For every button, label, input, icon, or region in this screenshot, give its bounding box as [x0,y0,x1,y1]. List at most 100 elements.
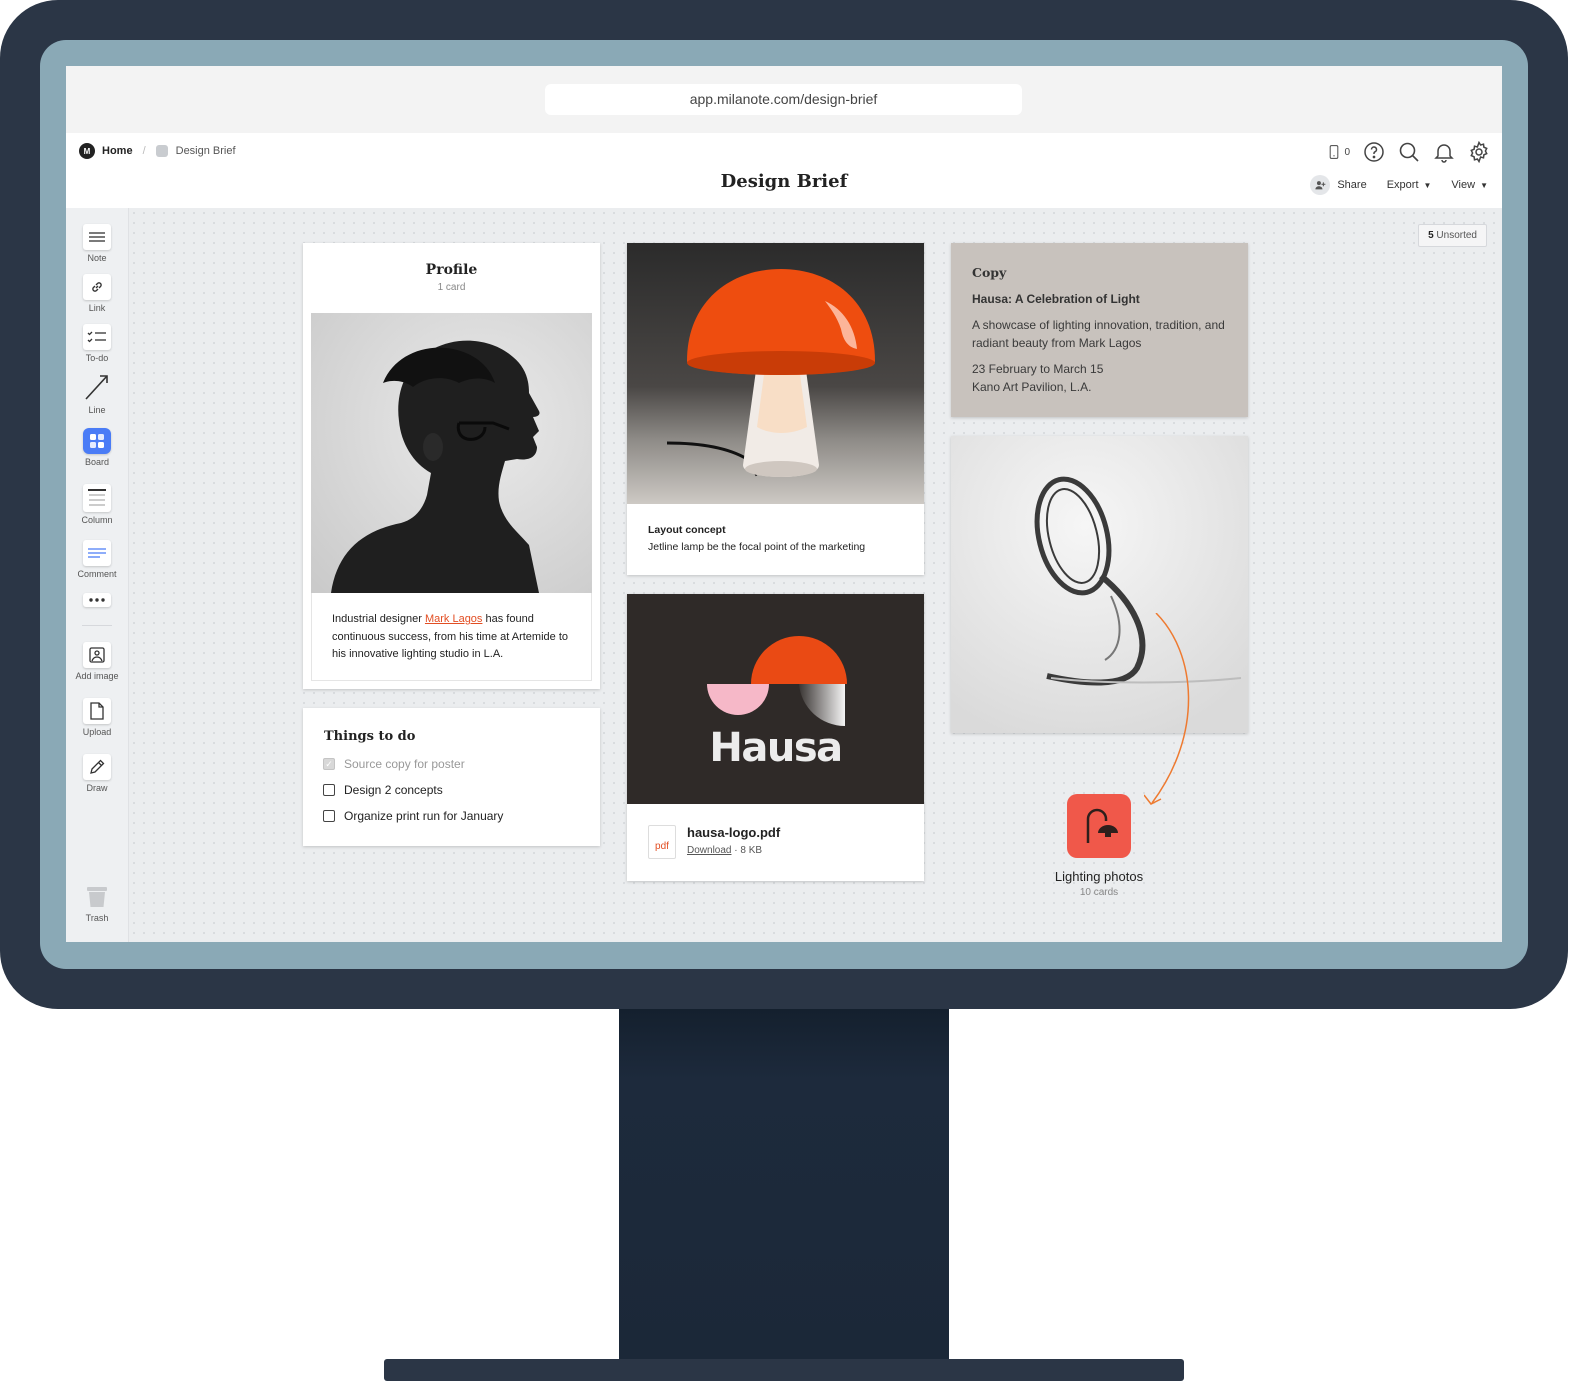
breadcrumb: M Home / Design Brief [79,143,236,159]
share-button[interactable]: Share [1310,175,1367,195]
tool-note[interactable]: Note [66,224,128,263]
tool-label: Column [81,515,113,525]
tool-todo[interactable]: To-do [66,324,128,363]
tool-column[interactable]: Column [66,484,128,525]
todo-item-label: Design 2 concepts [344,783,443,797]
toolbar-divider [82,625,112,626]
layout-concept-title: Layout concept [648,524,726,536]
mobile-device-button[interactable]: 0 [1327,142,1350,162]
help-icon [1364,142,1384,162]
copy-venue: Kano Art Pavilion, L.A. [972,379,1092,394]
export-menu[interactable]: Export ▼ [1387,179,1432,191]
todo-icon [83,324,111,350]
todo-card[interactable]: Things to do ✓ Source copy for poster De… [303,708,600,846]
lighting-photos-board[interactable] [1067,794,1131,858]
tool-label: To-do [85,353,109,363]
file-name[interactable]: hausa-logo.pdf [687,825,780,840]
profile-text-start: Industrial designer [332,613,425,625]
todo-item[interactable]: Design 2 concepts [323,783,443,797]
app-screen: app.milanote.com/design-brief M Home / D… [66,66,1502,942]
monitor-base [384,1359,1184,1381]
board-name[interactable]: Lighting photos [1029,869,1169,884]
browser-bar: app.milanote.com/design-brief [66,66,1502,133]
search-icon [1399,142,1419,162]
layout-concept-card[interactable]: Layout concept Jetline lamp be the focal… [627,243,924,575]
lamp-illustration [666,269,875,477]
unsorted-label: Unsorted [1436,230,1477,241]
todo-item[interactable]: ✓ Source copy for poster [323,757,465,771]
line-icon [83,372,111,402]
tool-label: Link [88,303,106,313]
todo-item[interactable]: Organize print run for January [323,809,503,823]
tool-upload[interactable]: Upload [66,698,128,737]
lamp-image[interactable] [627,243,924,504]
breadcrumb-current[interactable]: Design Brief [176,145,236,157]
hausa-logo-shapes [707,636,847,727]
tool-more[interactable] [66,593,128,610]
tool-label: Trash [85,913,109,923]
phone-icon [1330,145,1339,159]
header-icons: 0 [1327,141,1490,163]
bell-icon [1434,144,1454,163]
tool-label: Add image [75,671,119,681]
tool-trash[interactable]: Trash [66,884,128,923]
view-label: View [1451,179,1476,191]
more-icon [83,593,111,607]
page-title[interactable]: Design Brief [66,171,1502,192]
board-card-count: 10 cards [1079,887,1119,898]
column-icon [83,484,111,512]
device-count: 0 [1344,146,1350,158]
profile-description: Industrial designer Mark Lagos has found… [311,593,592,681]
lamp-board-icon [1086,808,1118,843]
chevron-down-icon: ▼ [1480,181,1488,190]
notifications-button[interactable] [1433,141,1455,163]
chevron-down-icon: ▼ [1423,181,1432,190]
todo-item-label: Source copy for poster [344,757,465,771]
checkbox-checked[interactable]: ✓ [323,758,335,770]
tool-label: Line [88,405,106,415]
add-image-icon [83,642,111,668]
tool-comment[interactable]: Comment [66,540,128,579]
hausa-logo-image[interactable]: Hausa [627,594,924,804]
file-meta: Download · 8 KB [687,845,763,856]
tool-line[interactable]: Line [66,372,128,415]
pdf-file-icon: pdf [648,825,676,859]
milanote-logo-icon[interactable]: M [79,143,95,159]
note-icon [83,224,111,250]
copy-note-card[interactable]: Copy Hausa: A Celebration of Light A sho… [951,243,1248,417]
copy-heading: Hausa: A Celebration of Light [972,292,1140,306]
download-link[interactable]: Download [687,845,731,856]
gear-icon [1470,141,1488,163]
view-menu[interactable]: View ▼ [1451,179,1488,191]
checkbox[interactable] [323,784,335,796]
connector-arrow[interactable] [1144,613,1204,823]
breadcrumb-home[interactable]: Home [102,145,133,157]
layout-concept-text: Jetline lamp be the focal point of the m… [648,541,866,553]
settings-button[interactable] [1468,141,1490,163]
tool-board[interactable]: Board [66,428,128,467]
breadcrumb-separator: / [142,145,146,157]
monitor-stand [619,1009,949,1361]
export-label: Export [1386,179,1419,191]
designer-link[interactable]: Mark Lagos [425,613,482,625]
trash-icon [83,884,111,910]
checkbox[interactable] [323,810,335,822]
tool-label: Note [87,253,107,263]
unsorted-button[interactable]: 5 Unsorted [1418,224,1487,247]
upload-icon [83,698,111,724]
tool-label: Board [84,457,110,467]
profile-card[interactable]: Profile 1 card Industrial designer Mark … [303,243,600,689]
help-button[interactable] [1363,141,1385,163]
header-actions: Share Export ▼ View ▼ [1310,175,1488,195]
file-card[interactable]: Hausa pdf hausa-logo.pdf Download · 8 KB [627,594,924,881]
tool-link[interactable]: Link [66,274,128,313]
unsorted-count: 5 [1428,230,1434,241]
file-size: 8 KB [740,845,763,856]
board-canvas[interactable]: 5 Unsorted Profile 1 card Industrial des… [129,208,1502,942]
tool-add-image[interactable]: Add image [66,642,128,681]
tool-draw[interactable]: Draw [66,754,128,793]
tool-label: Comment [77,569,117,579]
search-button[interactable] [1398,141,1420,163]
url-field[interactable]: app.milanote.com/design-brief [545,84,1022,115]
portrait-image[interactable] [311,313,592,593]
